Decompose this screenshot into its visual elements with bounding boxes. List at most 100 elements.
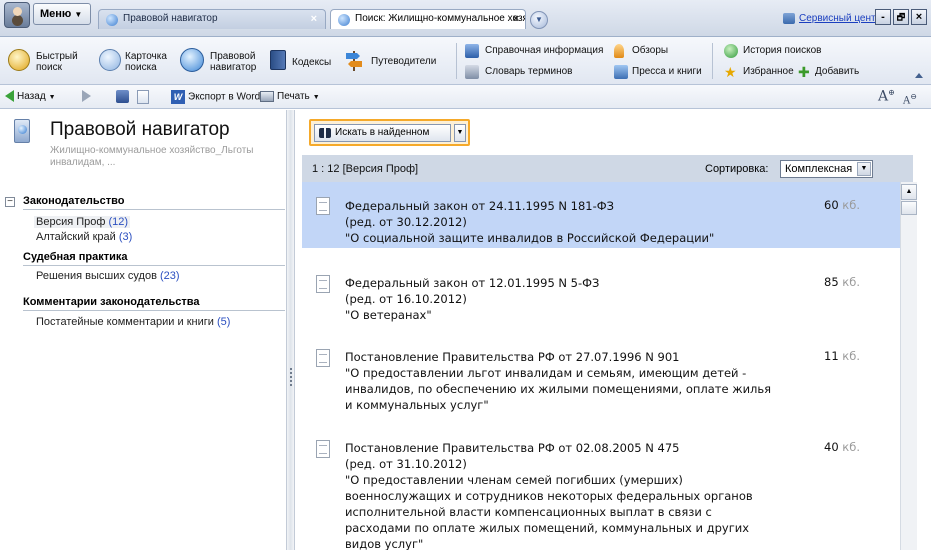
tree-item-commentary-books[interactable]: Постатейные комментарии и книги (5) [36,316,230,328]
chevron-down-icon: ▼ [74,10,83,19]
ribbon: Быстрый поиск Карточка поиска Правовой н… [0,37,931,85]
results-panel: Искать в найденном ▼ 1 : 12 [Версия Проф… [295,110,931,550]
size-unit: кб. [842,275,860,289]
search-card-icon [99,49,121,71]
codes-book-icon [270,50,286,70]
quick-search-label: Быстрый поиск [36,51,78,73]
open-document-button[interactable] [137,90,149,104]
export-word-button[interactable]: W Экспорт в Word [171,90,260,104]
result-line: исполнительной власти компенсационных вы… [345,505,712,519]
search-history-button[interactable]: История поисков [724,44,844,58]
tree-item-high-courts[interactable]: Решения высших судов (23) [36,270,180,282]
tree-collapse-icon[interactable]: − [5,197,15,207]
size-value: 40 [824,440,839,454]
size-value: 60 [824,198,839,212]
results-scrollbar[interactable]: ▲ [900,182,917,550]
ribbon-collapse-icon[interactable] [915,73,923,78]
scroll-up-icon[interactable]: ▲ [901,184,917,200]
panel-splitter[interactable] [286,110,295,550]
restore-button[interactable]: 🗗 [893,9,909,25]
result-item[interactable]: Постановление Правительства РФ от 02.08.… [302,434,900,550]
result-line: "О ветеранах" [345,308,432,322]
result-size: 11 кб. [824,349,860,363]
reference-info-button[interactable]: Справочная информация [465,44,605,58]
tree-item-prof-version[interactable]: Версия Проф (12) [34,216,131,228]
reviews-icon [614,44,624,58]
result-size: 40 кб. [824,440,860,454]
tab-close-icon[interactable]: × [311,10,317,28]
tab-label: Правовой навигатор [123,13,218,24]
save-button[interactable] [116,90,129,103]
favorites-star-icon: ★ [724,64,737,80]
add-favorite-button[interactable]: ✚ Добавить [798,65,878,79]
glossary-icon [465,65,479,79]
tab-search-results[interactable]: Поиск: Жилищно-коммунальное хозя... × [330,9,526,29]
result-line: "О предоставлении льгот инвалидам и семь… [345,366,747,380]
results-header: 1 : 12 [Версия Проф] Сортировка: Комплек… [302,155,913,182]
scroll-thumb[interactable] [901,201,917,215]
codes-button[interactable]: Кодексы [268,50,338,76]
section-commentary[interactable]: Комментарии законодательства [23,296,285,311]
result-line: "О предоставлении членам семей погибших … [345,473,683,487]
tree-item-altai[interactable]: Алтайский край (3) [36,231,132,243]
tree-item-label: Решения высших судов [36,270,157,282]
search-card-button[interactable]: Карточка поиска [95,49,175,79]
tree-item-label: Алтайский край [36,231,116,243]
search-in-found-dropdown[interactable]: ▼ [454,124,466,142]
decrease-font-icon[interactable]: A⊖ [903,92,917,106]
result-title: Постановление Правительства РФ от 02.08.… [345,440,785,550]
tree-item-count: (5) [216,316,231,328]
increase-font-icon[interactable]: A⊕ [878,88,895,105]
result-title: Федеральный закон от 24.11.1995 N 181-ФЗ… [345,198,785,246]
reviews-button[interactable]: Обзоры [614,44,704,58]
binoculars-icon [319,128,331,138]
tab-legal-navigator[interactable]: Правовой навигатор × [98,9,326,29]
press-books-button[interactable]: Пресса и книги [614,65,706,79]
glossary-button[interactable]: Словарь терминов [465,65,605,79]
favorites-button[interactable]: ★ Избранное [724,65,794,79]
navigator-icon [106,14,118,26]
navigator-title: Правовой навигатор [50,119,230,140]
forward-button[interactable] [82,90,91,103]
close-window-button[interactable]: × [911,9,927,25]
legal-navigator-button[interactable]: Правовой навигатор [178,48,262,78]
result-line: инвалидов, по обеспечению их жилыми поме… [345,382,772,396]
splitter-grip-icon [290,368,292,388]
back-button[interactable]: Назад ▼ [5,90,56,104]
toolbar: Назад ▼ W Экспорт в Word Печать ▼ A⊕ A⊖ [0,85,931,109]
service-center-link[interactable]: Сервисный центр [783,13,881,24]
print-button[interactable]: Печать ▼ [260,90,320,104]
tree-item-label: Постатейные комментарии и книги [36,316,214,328]
result-line: Федеральный закон от 24.11.1995 N 181-ФЗ [345,199,615,213]
section-legislation[interactable]: Законодательство [23,195,285,210]
navigator-query: Жилищно-коммунальное хозяйство_Льготы ин… [50,145,254,168]
tab-close-icon[interactable]: × [513,10,519,28]
navigator-panel: Правовой навигатор Жилищно-коммунальное … [0,110,286,550]
result-item[interactable]: Федеральный закон от 12.01.1995 N 5-ФЗ (… [302,269,900,325]
glossary-label: Словарь терминов [485,66,573,77]
size-unit: кб. [842,198,860,212]
chevron-down-icon: ▼ [48,94,56,101]
result-line: "О социальной защите инвалидов в Российс… [345,231,715,245]
chevron-down-icon: ▼ [312,94,320,101]
sort-select[interactable]: Комплексная ▼ [780,160,873,178]
quick-search-icon [8,49,30,71]
section-court-practice[interactable]: Судебная практика [23,251,285,266]
ribbon-separator [456,43,457,79]
result-line: и коммунальных услуг" [345,398,489,412]
minimize-button[interactable]: - [875,9,891,25]
result-item[interactable]: Федеральный закон от 24.11.1995 N 181-ФЗ… [302,182,900,248]
result-line: (ред. от 16.10.2012) [345,292,467,306]
favorites-label: Избранное [743,66,794,77]
search-in-found-button[interactable]: Искать в найденном [314,124,451,142]
main-menu-button[interactable]: Меню ▼ [33,3,91,25]
tab-list-dropdown-icon[interactable]: ▼ [530,11,548,29]
result-line: Постановление Правительства РФ от 02.08.… [345,441,680,455]
tree-item-label: Версия Проф [36,216,106,228]
result-item[interactable]: Постановление Правительства РФ от 27.07.… [302,343,900,415]
document-icon [316,275,330,293]
quick-search-button[interactable]: Быстрый поиск [4,49,84,79]
document-icon [137,90,149,104]
navigator-icon [338,14,350,26]
guides-button[interactable]: Путеводители [343,49,453,77]
